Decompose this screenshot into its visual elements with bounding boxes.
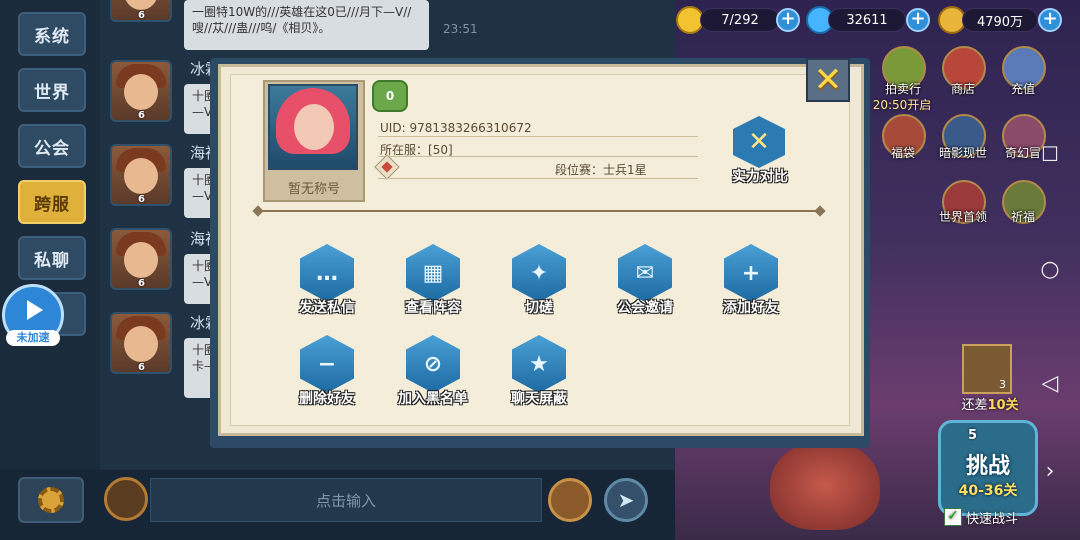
home-icon[interactable]: ○ [1036,256,1064,284]
recent-apps-icon[interactable]: ☐ [1036,140,1064,168]
send-message-label: 发送私信 [299,300,355,316]
chat-block-button[interactable]: ★ [511,335,567,393]
channel-tab-system[interactable]: 系统 [18,12,86,56]
accelerator-label: 未加速 [6,330,60,346]
section-divider [258,210,820,212]
message-avatar[interactable]: 6 [110,228,172,290]
stage-remaining-value: 10关 [987,398,1019,413]
power-compare-label: 实力对比 [732,169,788,185]
chat-input[interactable]: 点击输入 [150,478,542,522]
menu-label-recharge: 充值 [1010,82,1035,96]
gem-plus-button[interactable]: + [906,8,930,32]
remove-friend-button[interactable]: − [299,335,355,393]
play-icon [27,300,43,320]
server-value: [50] [428,143,453,157]
avatar-level: 6 [138,194,145,205]
ladder-label: 段位赛： [555,163,604,177]
energy-plus-button[interactable]: + [776,8,800,32]
message-time: 23:51 [443,22,478,36]
lineup-grid-icon: ▦ [406,244,460,302]
avatar-level: 6 [138,278,145,289]
challenge-label: 挑战 [965,454,1010,479]
blacklist-label: 加入黑名单 [398,391,468,407]
quick-battle-toggle[interactable]: ✓ 快速战斗 [944,506,1034,528]
close-button[interactable]: ✕ [806,58,850,102]
channel-tab-world[interactable]: 世界 [18,68,86,112]
remove-friend-icon: − [300,335,354,393]
view-lineup-button[interactable]: ▦ [405,244,461,302]
avatar-level: 6 [138,110,145,121]
guild-invite-icon: ✉ [618,244,672,302]
send-button[interactable]: ➤ [604,478,648,522]
message-bubble: 一圈特10W的///英雄在这0已///月下—V//嗖//苁///蛊///呜/《相… [184,0,429,50]
channel-tab-private[interactable]: 私聊 [18,236,86,280]
energy-counter: 7/292 [700,8,780,32]
gold-counter: 4790万 [962,8,1038,32]
chat-block-label: 聊天屏蔽 [511,391,567,407]
info-divider [378,178,698,179]
uid-row: UID: 9781383266310672 [380,121,532,135]
power-compare-button[interactable]: ✕ [730,116,788,168]
ladder-row: 段位赛：士兵1星 [555,161,647,178]
stage-remaining-prefix: 还差 [961,398,988,413]
scroll-count: 3 [999,378,1006,391]
uid-value: 9781383266310672 [409,121,532,135]
auction-timer: 20:50开启 [872,98,932,112]
remove-friend-label: 删除好友 [299,391,355,407]
guild-invite-button[interactable]: ✉ [617,244,673,302]
avatar-level: 6 [138,10,145,21]
rank-badge-icon: 0 [372,80,408,112]
view-lineup-label: 查看阵容 [405,300,461,316]
challenge-energy-cost: 5 [968,428,978,443]
ladder-rank: 士兵1星 [603,163,647,177]
channel-tab-cross-server[interactable]: 跨服 [18,180,86,224]
emoji-button[interactable] [548,478,592,522]
add-friend-button[interactable]: + [723,244,779,302]
channel-sidebar: 系统 世界 公会 跨服 私聊 [0,0,100,470]
info-divider [378,156,698,157]
channel-tab-guild[interactable]: 公会 [18,124,86,168]
player-portrait [268,84,358,170]
message-avatar[interactable]: 6 [110,0,172,22]
quick-battle-label: 快速战斗 [966,511,1019,527]
message-avatar[interactable]: 6 [110,60,172,122]
message-icon: … [300,244,354,302]
paper-plane-icon: ➤ [617,488,635,512]
guild-emblem-button[interactable] [104,477,148,521]
guild-invite-label: 公会邀请 [617,300,673,316]
challenge-stage: 40-36关 [958,483,1018,499]
send-message-button[interactable]: … [299,244,355,302]
chat-block-icon: ★ [512,335,566,393]
uid-label: UID: [380,121,406,135]
spar-icon: ✦ [512,244,566,302]
close-icon: ✕ [813,60,843,100]
add-friend-icon: + [724,244,778,302]
blacklist-icon: ⊘ [406,335,460,393]
info-divider [378,136,698,137]
back-icon[interactable]: ◁ [1036,370,1064,398]
chevron-right-icon[interactable]: › [1036,458,1064,486]
player-title: 暂无称号 [287,182,340,197]
checkbox-checked-icon[interactable]: ✓ [944,508,962,526]
stage-remaining: 还差10关 [950,394,1030,413]
spar-label: 切磋 [525,300,553,316]
gear-icon [38,487,64,513]
add-friend-label: 添加好友 [723,300,779,316]
crossed-swords-icon: ✕ [733,116,785,168]
chat-settings-button[interactable] [18,477,84,523]
avatar-level: 6 [138,362,145,373]
message-avatar[interactable]: 6 [110,144,172,206]
blacklist-button[interactable]: ⊘ [405,335,461,393]
spar-button[interactable]: ✦ [511,244,567,302]
gold-plus-button[interactable]: + [1038,8,1062,32]
creature-sprite [770,440,880,530]
message-avatar[interactable]: 6 [110,312,172,374]
gem-counter: 32611 [828,8,906,32]
menu-label-blessing: 祈福 [1010,210,1035,224]
